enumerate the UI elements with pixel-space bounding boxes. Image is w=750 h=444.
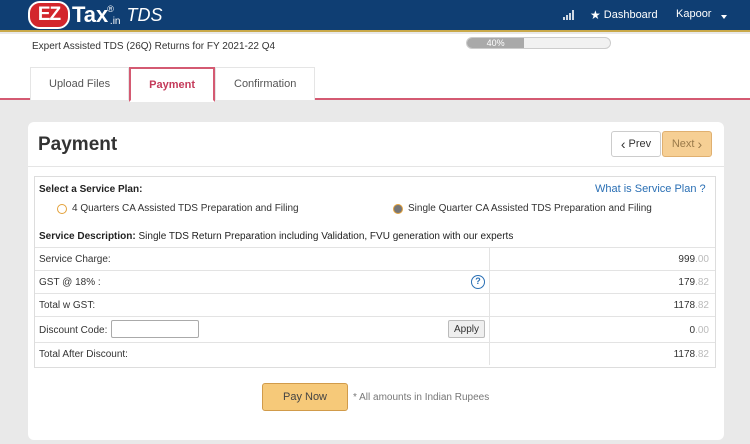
user-name: Kapoor	[676, 8, 712, 20]
discount-value: 0.00	[689, 325, 709, 336]
gst-value: 179.82	[678, 277, 709, 288]
row-service-charge: Service Charge: 999.00	[35, 247, 715, 270]
chevron-right-icon: ›	[697, 136, 703, 152]
plan-option-label: 4 Quarters CA Assisted TDS Preparation a…	[72, 203, 299, 214]
help-icon[interactable]: ?	[471, 275, 485, 289]
chevron-down-icon	[721, 14, 728, 19]
service-charge-label: Service Charge:	[39, 254, 111, 265]
total-gst-label: Total w GST:	[39, 300, 96, 311]
service-description: Service Description: Single TDS Return P…	[39, 231, 513, 242]
service-description-text: Single TDS Return Preparation including …	[138, 231, 514, 242]
divider	[28, 166, 724, 167]
service-charge-value: 999.00	[678, 254, 709, 265]
pay-now-button[interactable]: Pay Now	[262, 383, 348, 411]
discount-code-input[interactable]	[111, 320, 199, 338]
page-subtitle: Expert Assisted TDS (26Q) Returns for FY…	[32, 41, 276, 52]
logo-tax-text: Tax	[72, 2, 109, 27]
logo-ez-badge: EZ	[28, 1, 70, 29]
total-gst-value: 1178.82	[673, 300, 709, 311]
user-menu[interactable]: Kapoor	[676, 8, 728, 20]
subheader: Expert Assisted TDS (26Q) Returns for FY…	[0, 34, 750, 102]
chevron-left-icon: ‹	[620, 136, 626, 152]
gst-label: GST @ 18% :	[39, 277, 101, 288]
row-total-after-discount: Total After Discount: 1178.82	[35, 342, 715, 365]
star-icon: ★	[590, 8, 601, 22]
plan-option-single-quarter[interactable]: Single Quarter CA Assisted TDS Preparati…	[393, 203, 652, 214]
progress-fill: 40%	[467, 38, 525, 48]
step-tabs: Upload Files Payment Confirmation	[30, 67, 316, 102]
apply-button[interactable]: Apply	[448, 320, 485, 338]
progress-text: 40%	[486, 38, 505, 48]
payment-card: Payment ‹ Prev Next › Select a Service P…	[28, 122, 724, 440]
eztax-logo[interactable]: EZ Tax ® .in TDS	[28, 1, 162, 31]
progress-bar: 40%	[466, 37, 611, 49]
tab-confirmation[interactable]: Confirmation	[215, 67, 316, 100]
tab-payment[interactable]: Payment	[129, 67, 215, 102]
row-total-gst: Total w GST: 1178.82	[35, 293, 715, 316]
row-discount: Discount Code: Apply 0.00	[35, 316, 715, 342]
top-navbar: EZ Tax ® .in TDS ★ Dashboard Kapoor	[0, 0, 750, 32]
total-after-discount-value: 1178.82	[673, 349, 709, 360]
dashboard-link[interactable]: ★ Dashboard	[590, 8, 658, 22]
next-button[interactable]: Next ›	[662, 131, 712, 157]
tab-upload-files[interactable]: Upload Files	[30, 67, 130, 100]
currency-note: * All amounts in Indian Rupees	[353, 392, 490, 403]
radio-single-quarter[interactable]	[393, 203, 403, 214]
next-label: Next	[671, 138, 695, 150]
what-is-service-plan-link[interactable]: What is Service Plan ?	[595, 183, 706, 195]
service-plan-label: Select a Service Plan:	[39, 184, 143, 195]
prev-button[interactable]: ‹ Prev	[611, 131, 661, 157]
bar-chart-icon[interactable]	[563, 10, 575, 20]
logo-domain-text: .in	[109, 16, 121, 27]
total-after-discount-label: Total After Discount:	[39, 349, 128, 360]
logo-product-text: TDS	[126, 5, 163, 25]
row-gst: GST @ 18% : ? 179.82	[35, 270, 715, 293]
page-title: Payment	[38, 134, 118, 155]
payment-details-pane: Select a Service Plan: What is Service P…	[34, 176, 716, 368]
prev-label: Prev	[628, 138, 652, 150]
plan-option-4-quarters[interactable]: 4 Quarters CA Assisted TDS Preparation a…	[57, 203, 299, 214]
radio-4-quarters[interactable]	[57, 203, 67, 214]
plan-option-label: Single Quarter CA Assisted TDS Preparati…	[408, 203, 652, 214]
dashboard-label: Dashboard	[603, 9, 658, 21]
service-description-label: Service Description:	[39, 231, 136, 242]
discount-code-label: Discount Code:	[39, 325, 108, 336]
logo-registered-mark: ®	[107, 4, 114, 14]
